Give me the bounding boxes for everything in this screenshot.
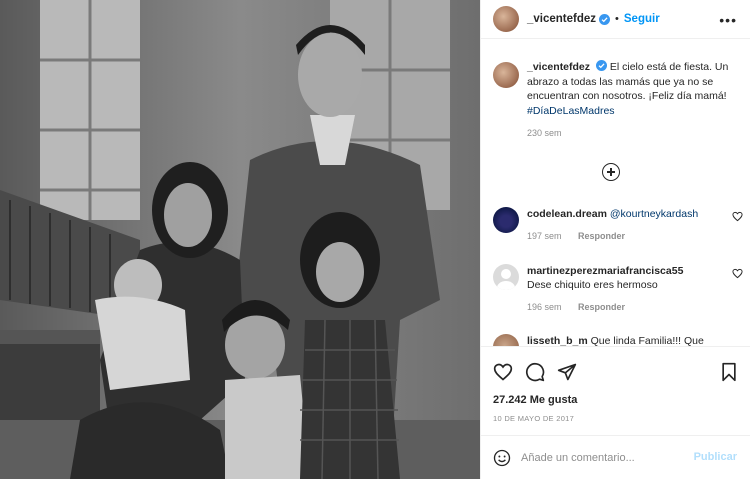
likes-count[interactable]: 27.242 Me gusta	[493, 394, 577, 406]
comment-body: codelean.dream @kourtneykardash 197 sem …	[527, 207, 717, 243]
comment-item: lisseth_b_m Que linda Familia!!! Que	[493, 334, 743, 346]
commenter-avatar[interactable]	[493, 207, 519, 233]
comment-composer: Publicar	[481, 435, 750, 481]
load-more-comments-icon[interactable]	[602, 163, 620, 181]
more-options-icon[interactable]: •••	[719, 12, 737, 28]
caption-hashtag[interactable]: #DíaDeLasMadres	[527, 105, 615, 117]
author-username[interactable]: _vicentefdez	[527, 13, 596, 25]
comment-username[interactable]: codelean.dream	[527, 208, 607, 220]
comment-input[interactable]	[521, 449, 671, 467]
instagram-post-modal: _vicentefdez • Seguir ••• _vicentefdez E…	[0, 0, 750, 479]
comment-body: martinezperezmariafrancisca55 Dese chiqu…	[527, 264, 717, 314]
comment-mention[interactable]: @kourtneykardash	[610, 208, 698, 220]
share-icon[interactable]	[557, 362, 577, 382]
caption-body: _vicentefdez El cielo está de fiesta. Un…	[527, 60, 742, 141]
reply-button[interactable]: Responder	[578, 231, 625, 241]
post-header: _vicentefdez • Seguir •••	[481, 0, 750, 39]
comment-meta: 197 sem Responder	[527, 229, 717, 243]
comment-username[interactable]: martinezperezmariafrancisca55	[527, 265, 683, 277]
reply-button[interactable]: Responder	[578, 302, 625, 312]
comment-text: Que linda Familia!!! Que	[590, 335, 704, 346]
follow-button[interactable]: Seguir	[624, 13, 660, 25]
caption-timestamp[interactable]: 230 sem	[527, 126, 742, 141]
separator-dot: •	[615, 13, 619, 25]
commenter-avatar[interactable]	[493, 264, 519, 290]
heart-icon[interactable]	[493, 362, 513, 382]
caption-username[interactable]: _vicentefdez	[527, 61, 590, 73]
post-caption: _vicentefdez El cielo está de fiesta. Un…	[493, 60, 743, 141]
family-portrait-image	[0, 0, 480, 479]
verified-badge-icon	[599, 13, 611, 25]
publish-button[interactable]: Publicar	[694, 451, 737, 463]
post-photo[interactable]	[0, 0, 480, 479]
comment-meta: 196 sem Responder	[527, 300, 717, 314]
comment-body: lisseth_b_m Que linda Familia!!! Que	[527, 334, 717, 346]
commenter-avatar[interactable]	[493, 334, 519, 346]
comment-timestamp[interactable]: 196 sem	[527, 302, 562, 312]
post-date[interactable]: 10 DE MAYO DE 2017	[493, 414, 574, 423]
author-avatar[interactable]	[493, 6, 519, 32]
comment-username[interactable]: lisseth_b_m	[527, 335, 588, 346]
comment-item: martinezperezmariafrancisca55 Dese chiqu…	[493, 264, 743, 314]
comment-heart-icon[interactable]	[732, 268, 743, 279]
caption-author-avatar[interactable]	[493, 62, 519, 88]
verified-badge-icon	[595, 60, 607, 71]
comment-text: Dese chiquito eres hermoso	[527, 279, 658, 291]
emoji-icon[interactable]	[493, 449, 511, 467]
comment-timestamp[interactable]: 197 sem	[527, 231, 562, 241]
bookmark-icon[interactable]	[719, 362, 739, 382]
comment-heart-icon[interactable]	[732, 211, 743, 222]
comment-item: codelean.dream @kourtneykardash 197 sem …	[493, 207, 743, 243]
post-details-panel: _vicentefdez • Seguir ••• _vicentefdez E…	[480, 0, 750, 479]
comment-icon[interactable]	[525, 362, 545, 382]
post-actions-section: 27.242 Me gusta 10 DE MAYO DE 2017 Publi…	[481, 346, 750, 480]
